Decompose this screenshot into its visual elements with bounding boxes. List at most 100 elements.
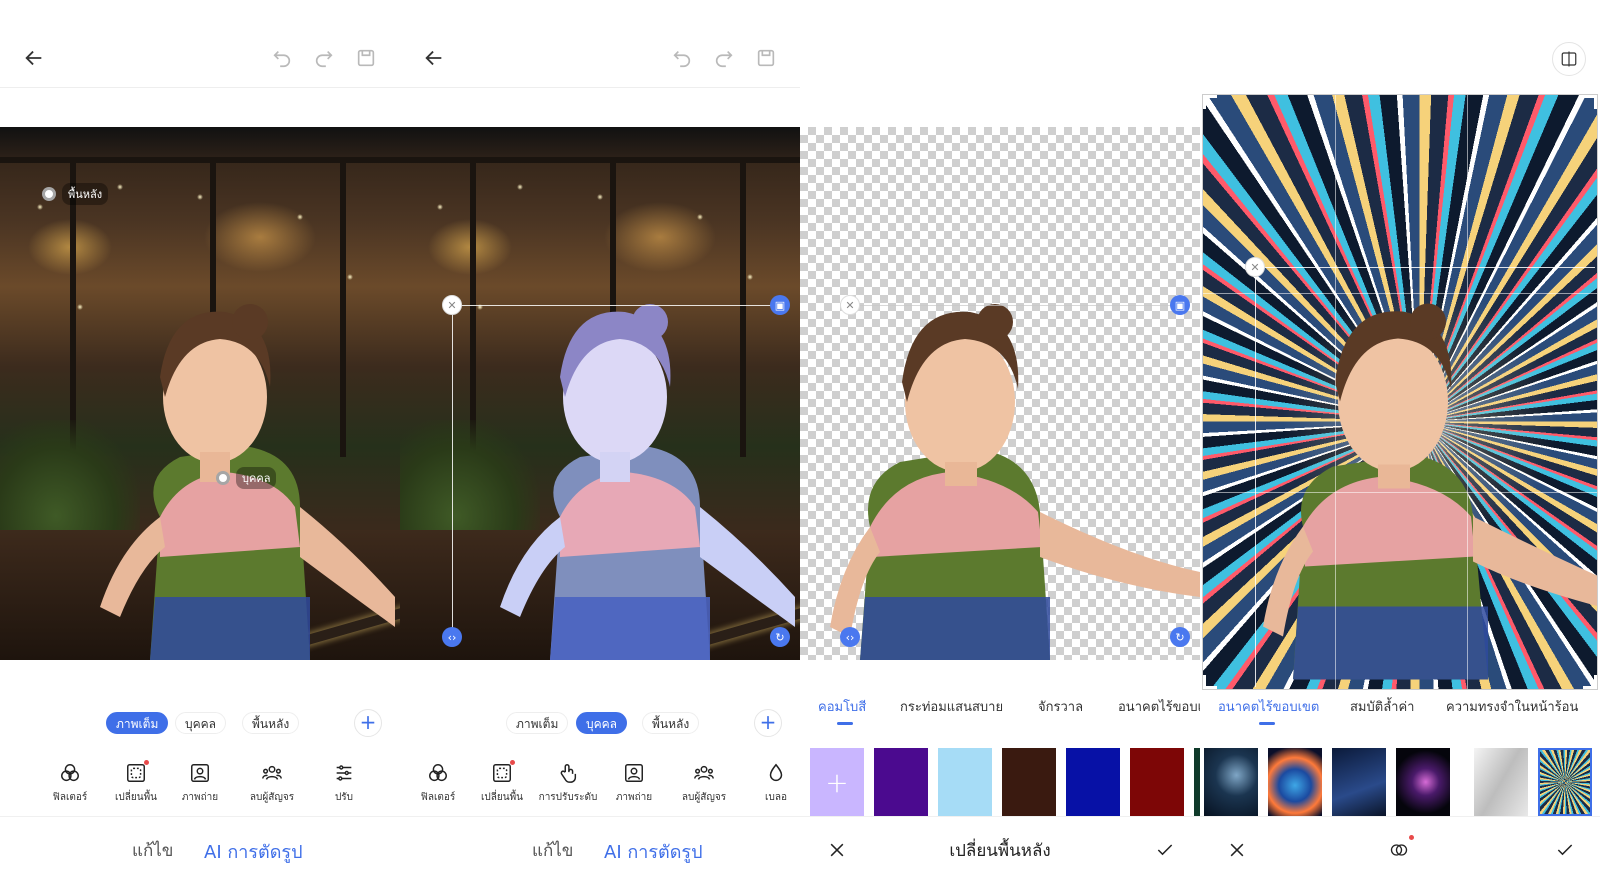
tool-portrait[interactable]: ภาพถ่าย — [598, 760, 670, 805]
save-icon[interactable] — [752, 44, 780, 72]
category-boundless-future[interactable]: อนาคตไร้ขอบเขต — [1218, 696, 1319, 725]
remove-selection-handle[interactable]: ✕ — [1245, 257, 1265, 277]
cutout-canvas[interactable]: ✕ ▣ ‹› ↻ — [800, 127, 1200, 660]
tool-remove-people-label: ลบผู้สัญจร — [249, 792, 295, 803]
tool-row: ฟิลเตอร์ เปลี่ยนพื้น ภาพถ่าย ลบผู้สัญจร … — [0, 760, 400, 810]
resize-handle-top-right[interactable]: ▣ — [1170, 295, 1190, 315]
photo-canvas[interactable]: ✕ ▣ ‹› ↻ — [400, 127, 800, 660]
check-icon[interactable] — [1152, 837, 1178, 863]
category-universe[interactable]: จักรวาล — [1038, 696, 1083, 717]
tab-ai-cutout[interactable]: AI การตัดรูป — [204, 837, 303, 866]
photo-canvas[interactable]: พื้นหลัง บุคคล — [0, 127, 400, 660]
custom-color-button[interactable]: + — [810, 748, 864, 816]
undo-icon[interactable] — [668, 44, 696, 72]
category-future-truncated[interactable]: อนาคตไร้ขอบเ — [1118, 696, 1200, 717]
swatch-purple[interactable] — [874, 748, 928, 816]
mode-chip-background[interactable]: พื้นหลัง — [642, 712, 700, 734]
category-summer-memories[interactable]: ความทรงจำในหน้าร้อน — [1446, 696, 1578, 717]
tool-filter[interactable]: ฟิลเตอร์ — [34, 760, 106, 805]
thumbnail-nebula[interactable] — [1396, 748, 1450, 816]
tool-adjust-label: ปรับ — [334, 792, 354, 803]
swatch-blue[interactable] — [1066, 748, 1120, 816]
tool-remove-people[interactable]: ลบผู้สัญจร — [668, 760, 740, 805]
person-cutout — [830, 304, 1200, 660]
grid-line — [1467, 95, 1468, 689]
tab-edit[interactable]: แก้ไข — [132, 837, 173, 864]
tool-adjust[interactable]: ปรับ — [308, 760, 380, 805]
bottom-tab-bar: แก้ไข AI การตัดรูป — [400, 816, 800, 889]
mode-chip-full[interactable]: ภาพเต็ม — [106, 712, 169, 734]
arrow-left-icon[interactable] — [20, 44, 48, 72]
bottom-tab-bar: แก้ไข AI การตัดรูป — [0, 816, 400, 889]
redo-icon[interactable] — [710, 44, 738, 72]
redo-icon[interactable] — [310, 44, 338, 72]
thumbnail-galaxy-teal[interactable] — [1204, 748, 1258, 816]
top-toolbar — [400, 0, 800, 88]
thumbnail-milky-way[interactable] — [1332, 748, 1386, 816]
mode-chip-person[interactable]: บุคคล — [175, 712, 227, 734]
rotate-handle-bottom-right[interactable]: ↻ — [770, 627, 790, 647]
compare-icon[interactable] — [1386, 835, 1414, 863]
tool-tap-adjust-label: การปรับระดับ — [538, 792, 598, 803]
thumbnail-abstract-white[interactable] — [1474, 748, 1528, 816]
tool-portrait-label: ภาพถ่าย — [181, 792, 219, 803]
crop-corner-bottom-left[interactable] — [1203, 675, 1217, 689]
close-icon[interactable] — [1224, 837, 1250, 863]
tab-ai-cutout[interactable]: AI การตัดรูป — [604, 837, 703, 866]
undo-icon[interactable] — [268, 44, 296, 72]
bottom-action-bar: เปลี่ยนพื้นหลัง — [800, 816, 1200, 889]
tool-filter-label: ฟิลเตอร์ — [52, 792, 88, 803]
swatch-light-blue[interactable] — [938, 748, 992, 816]
top-toolbar — [0, 0, 400, 88]
segment-mode-tabs: ภาพเต็ม บุคคล พื้นหลัง + — [0, 709, 400, 737]
tool-portrait-label: ภาพถ่าย — [615, 792, 653, 803]
add-selection-button[interactable]: + — [354, 709, 382, 737]
check-icon[interactable] — [1552, 837, 1578, 863]
tool-portrait[interactable]: ภาพถ่าย — [164, 760, 236, 805]
tab-edit[interactable]: แก้ไข — [532, 837, 573, 864]
portrait-icon — [187, 760, 213, 786]
selection-top-edge — [850, 305, 1180, 306]
mode-chip-full[interactable]: ภาพเต็ม — [506, 712, 569, 734]
person-tag-dot — [216, 471, 230, 485]
mode-chip-person[interactable]: บุคคล — [576, 712, 628, 734]
tool-blur[interactable]: เบลอ — [740, 760, 800, 805]
tool-row: ฟิลเตอร์ เปลี่ยนพื้น การปรับระดับ ภาพถ่า… — [400, 760, 800, 810]
swatch-dark-brown[interactable] — [1002, 748, 1056, 816]
crop-corner-top-left[interactable] — [1203, 95, 1217, 109]
save-icon[interactable] — [352, 44, 380, 72]
photo-canvas-with-new-background[interactable]: ✕ — [1202, 94, 1598, 690]
portrait-icon — [621, 760, 647, 786]
tool-tap-adjust[interactable]: การปรับระดับ — [532, 760, 604, 805]
remove-selection-handle[interactable]: ✕ — [442, 295, 462, 315]
arrow-left-icon[interactable] — [420, 44, 448, 72]
background-tag[interactable]: พื้นหลัง — [42, 183, 109, 205]
add-selection-button[interactable]: + — [754, 709, 782, 737]
person-tag[interactable]: บุคคล — [216, 467, 277, 489]
crop-corner-top-right[interactable] — [1583, 95, 1597, 109]
tool-change-background[interactable]: เปลี่ยนพื้น — [466, 760, 538, 805]
change-background-icon — [489, 760, 515, 786]
grid-line — [1335, 95, 1336, 689]
mode-chip-background[interactable]: พื้นหลัง — [242, 712, 300, 734]
rotate-handle-bottom-right[interactable]: ↻ — [1170, 627, 1190, 647]
thumbnail-light-speed-selected[interactable] — [1538, 748, 1592, 816]
resize-handle-top-right[interactable]: ▣ — [770, 295, 790, 315]
blur-drop-icon — [763, 760, 789, 786]
thumbnail-planet[interactable] — [1268, 748, 1322, 816]
person-tag-label: บุคคล — [236, 467, 277, 489]
category-treasure[interactable]: สมบัติล้ำค่า — [1350, 696, 1414, 717]
split-compare-icon[interactable] — [1552, 42, 1586, 76]
tool-filter[interactable]: ฟิลเตอร์ — [402, 760, 474, 805]
tool-remove-people[interactable]: ลบผู้สัญจร — [236, 760, 308, 805]
move-handle-bottom-left[interactable]: ‹› — [442, 627, 462, 647]
move-handle-bottom-left[interactable]: ‹› — [840, 627, 860, 647]
selection-left-edge — [452, 305, 453, 637]
crop-corner-bottom-right[interactable] — [1583, 675, 1597, 689]
remove-selection-handle[interactable]: ✕ — [840, 295, 860, 315]
background-tag-dot — [42, 187, 56, 201]
category-color-combo[interactable]: คอมโบสี — [818, 696, 866, 725]
tool-change-background[interactable]: เปลี่ยนพื้น — [100, 760, 172, 805]
category-cozy-cabin[interactable]: กระท่อมแสนสบาย — [900, 696, 1003, 717]
swatch-dark-red[interactable] — [1130, 748, 1184, 816]
